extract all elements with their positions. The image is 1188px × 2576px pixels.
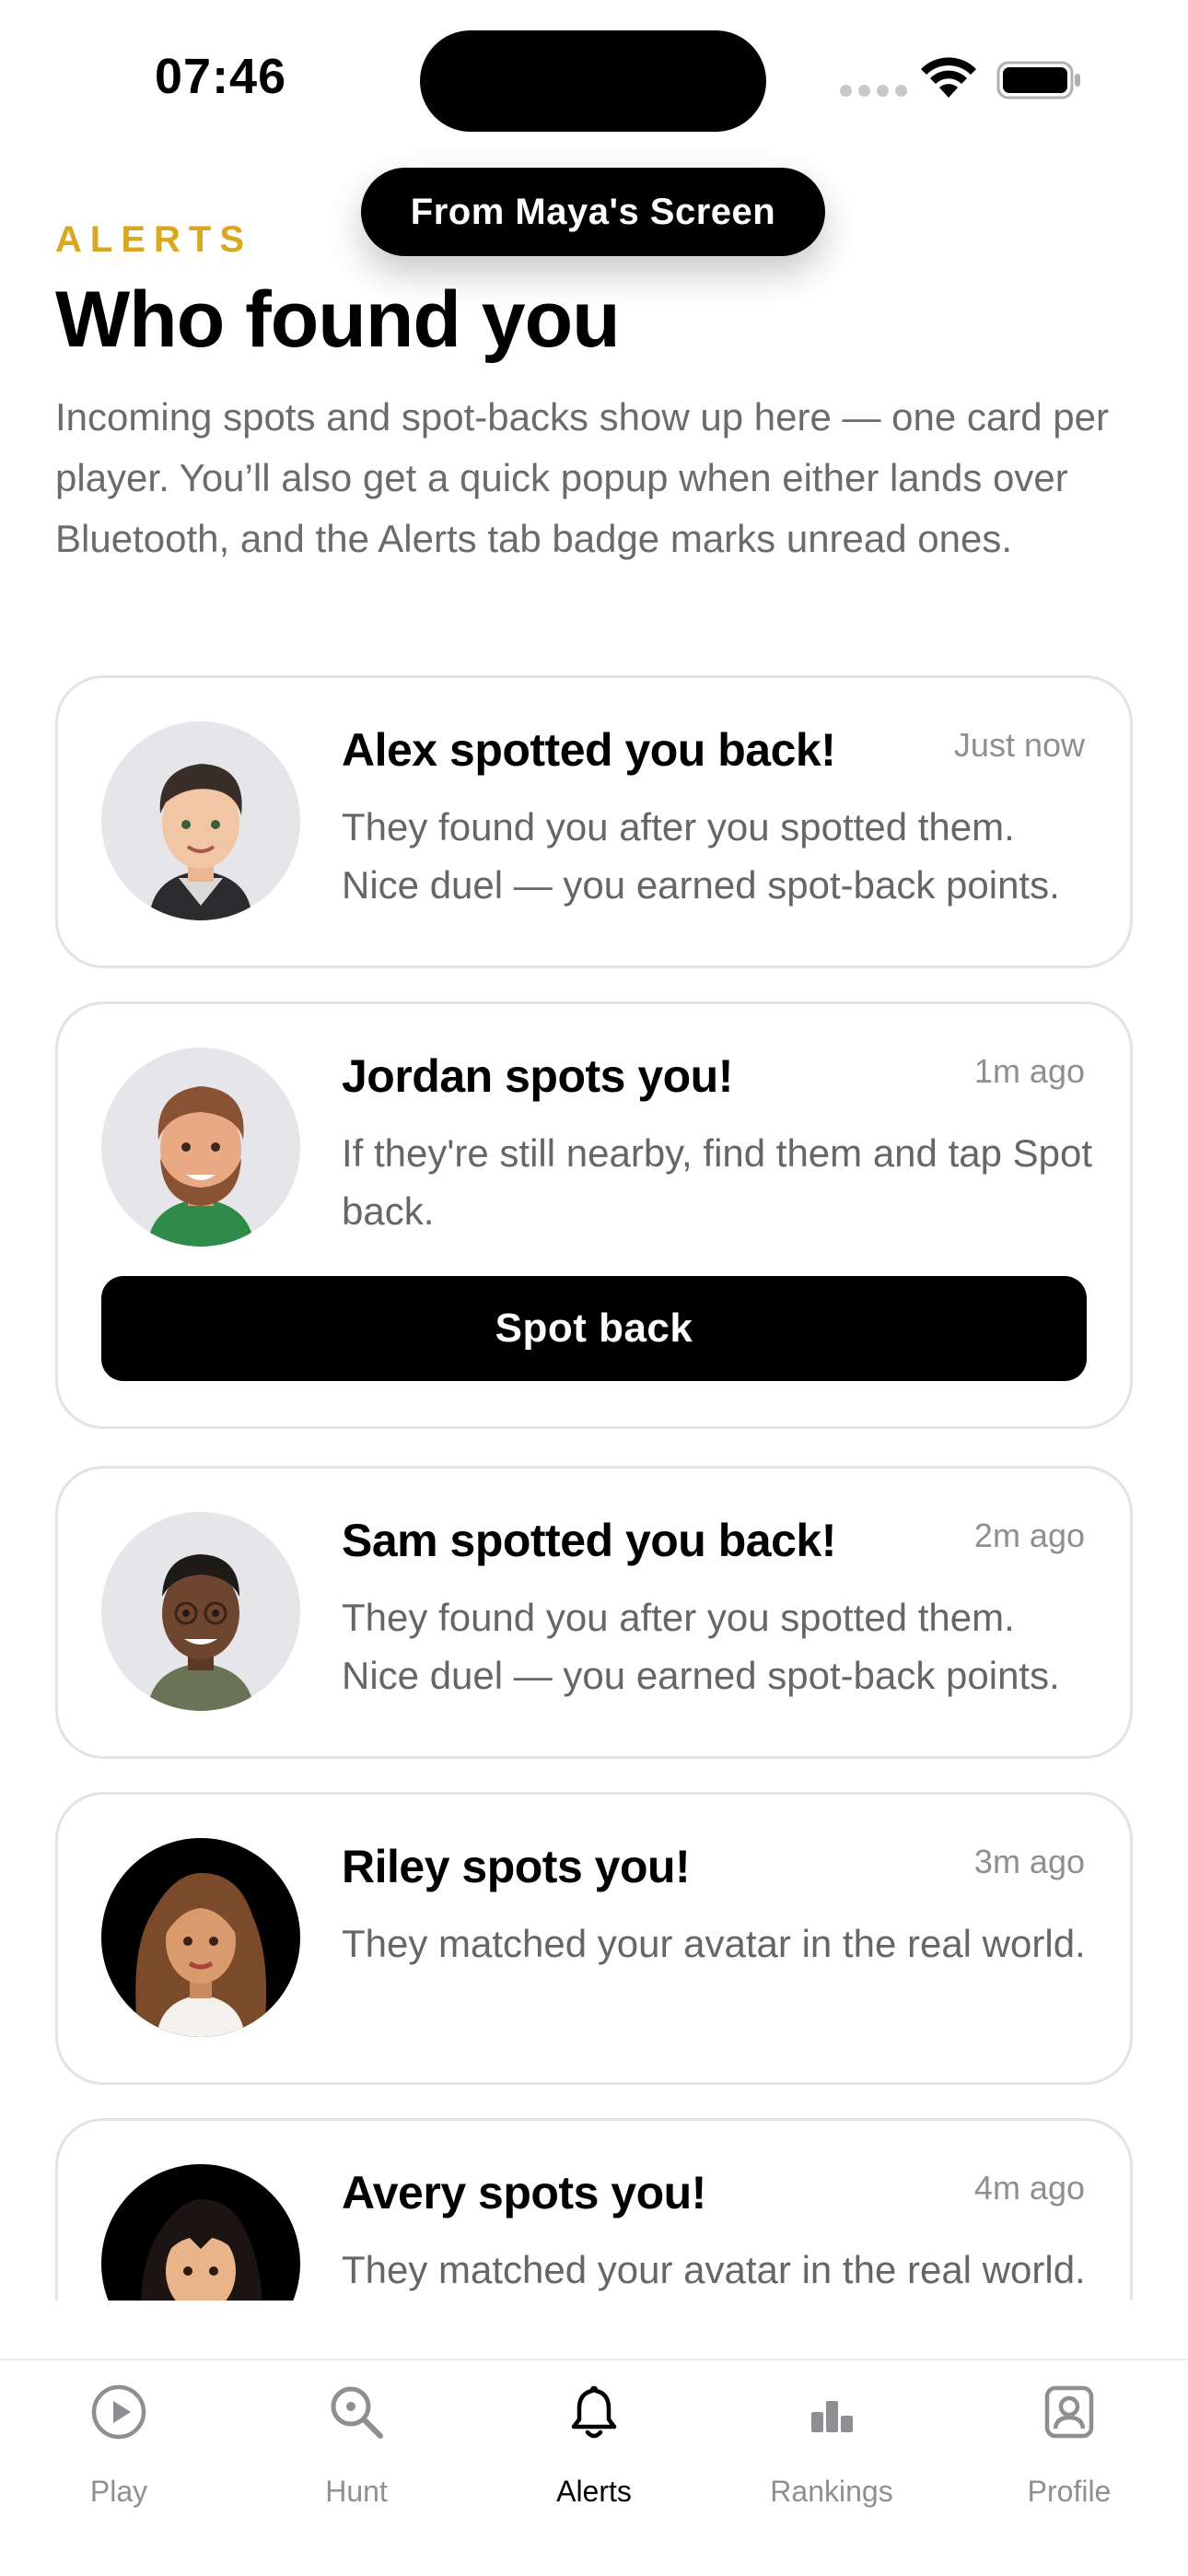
alert-message: They found you after you spotted them. N… bbox=[342, 1596, 1060, 1697]
alert-card[interactable]: Riley spots you! 3m ago They matched you… bbox=[55, 1792, 1133, 2085]
memoji-avatar-icon bbox=[101, 1512, 300, 1711]
alert-message: They matched your avatar in the real wor… bbox=[342, 2248, 1086, 2291]
tab-label: Rankings bbox=[770, 2475, 893, 2508]
tab-label: Hunt bbox=[325, 2475, 388, 2508]
battery-icon bbox=[996, 61, 1080, 100]
alert-message: They matched your avatar in the real wor… bbox=[342, 1922, 1086, 1965]
tab-label: Play bbox=[89, 2475, 148, 2508]
play-circle-icon bbox=[91, 2384, 146, 2440]
bar-chart-icon bbox=[811, 2401, 853, 2432]
alert-card[interactable]: Alex spotted you back! Just now They fou… bbox=[55, 675, 1133, 968]
alert-title: Riley spots you! bbox=[342, 1841, 691, 1892]
dynamic-island bbox=[420, 30, 766, 132]
alert-title: Alex spotted you back! bbox=[342, 724, 836, 776]
avatar bbox=[101, 1838, 300, 2037]
alert-list[interactable]: Alex spotted you back! Just now They fou… bbox=[55, 675, 1133, 2301]
tab-alerts[interactable]: Alerts bbox=[475, 2360, 713, 2545]
avatar bbox=[101, 2164, 300, 2301]
page-description: Incoming spots and spot-backs show up he… bbox=[55, 395, 1109, 560]
spot-back-button[interactable]: Spot back bbox=[101, 1276, 1087, 1381]
cellular-signal-icon bbox=[840, 85, 907, 97]
alert-card[interactable]: Jordan spots you! 1m ago If they're stil… bbox=[55, 1001, 1133, 1429]
alert-card[interactable]: Sam spotted you back! 2m ago They found … bbox=[55, 1466, 1133, 1759]
section-eyebrow: ALERTS bbox=[55, 219, 252, 260]
wifi-icon bbox=[921, 57, 976, 98]
tab-label: Profile bbox=[1027, 2475, 1112, 2508]
alert-title: Jordan spots you! bbox=[342, 1050, 733, 1102]
page-title: Who found you bbox=[55, 275, 621, 364]
tab-profile[interactable]: Profile bbox=[950, 2360, 1188, 2545]
alert-title: Avery spots you! bbox=[342, 2167, 706, 2219]
avatar bbox=[101, 1048, 300, 1247]
alert-timestamp: 1m ago bbox=[973, 1052, 1085, 1090]
alert-timestamp: 3m ago bbox=[973, 1843, 1085, 1880]
alert-timestamp: 4m ago bbox=[973, 2169, 1085, 2207]
magnifier-icon bbox=[331, 2386, 383, 2439]
alert-title: Sam spotted you back! bbox=[342, 1515, 836, 1566]
tab-play[interactable]: Play bbox=[0, 2360, 238, 2545]
memoji-avatar-icon bbox=[101, 721, 300, 920]
alert-timestamp: Just now bbox=[953, 726, 1085, 764]
tab-hunt[interactable]: Hunt bbox=[238, 2360, 475, 2545]
avatar bbox=[101, 1512, 300, 1711]
person-card-icon bbox=[1044, 2385, 1094, 2439]
tab-rankings[interactable]: Rankings bbox=[713, 2360, 950, 2545]
alert-card[interactable]: Avery spots you! 4m ago They matched you… bbox=[55, 2118, 1133, 2301]
alert-message: If they're still nearby, find them and t… bbox=[342, 1131, 1093, 1233]
alert-timestamp: 2m ago bbox=[973, 1516, 1085, 1554]
memoji-avatar-icon bbox=[101, 1048, 300, 1247]
tab-label: Alerts bbox=[556, 2475, 632, 2508]
status-bar: 07:46 bbox=[0, 0, 1188, 157]
memoji-avatar-icon bbox=[101, 1838, 300, 2037]
screen-share-pill[interactable]: From Maya's Screen bbox=[361, 168, 825, 256]
status-time: 07:46 bbox=[155, 49, 287, 104]
alert-message: They found you after you spotted them. N… bbox=[342, 805, 1060, 907]
avatar bbox=[101, 721, 300, 920]
tab-bar: Play Hunt Alerts Rankings Profile bbox=[0, 2359, 1188, 2576]
memoji-avatar-icon bbox=[101, 2164, 300, 2301]
bell-icon bbox=[571, 2385, 617, 2439]
